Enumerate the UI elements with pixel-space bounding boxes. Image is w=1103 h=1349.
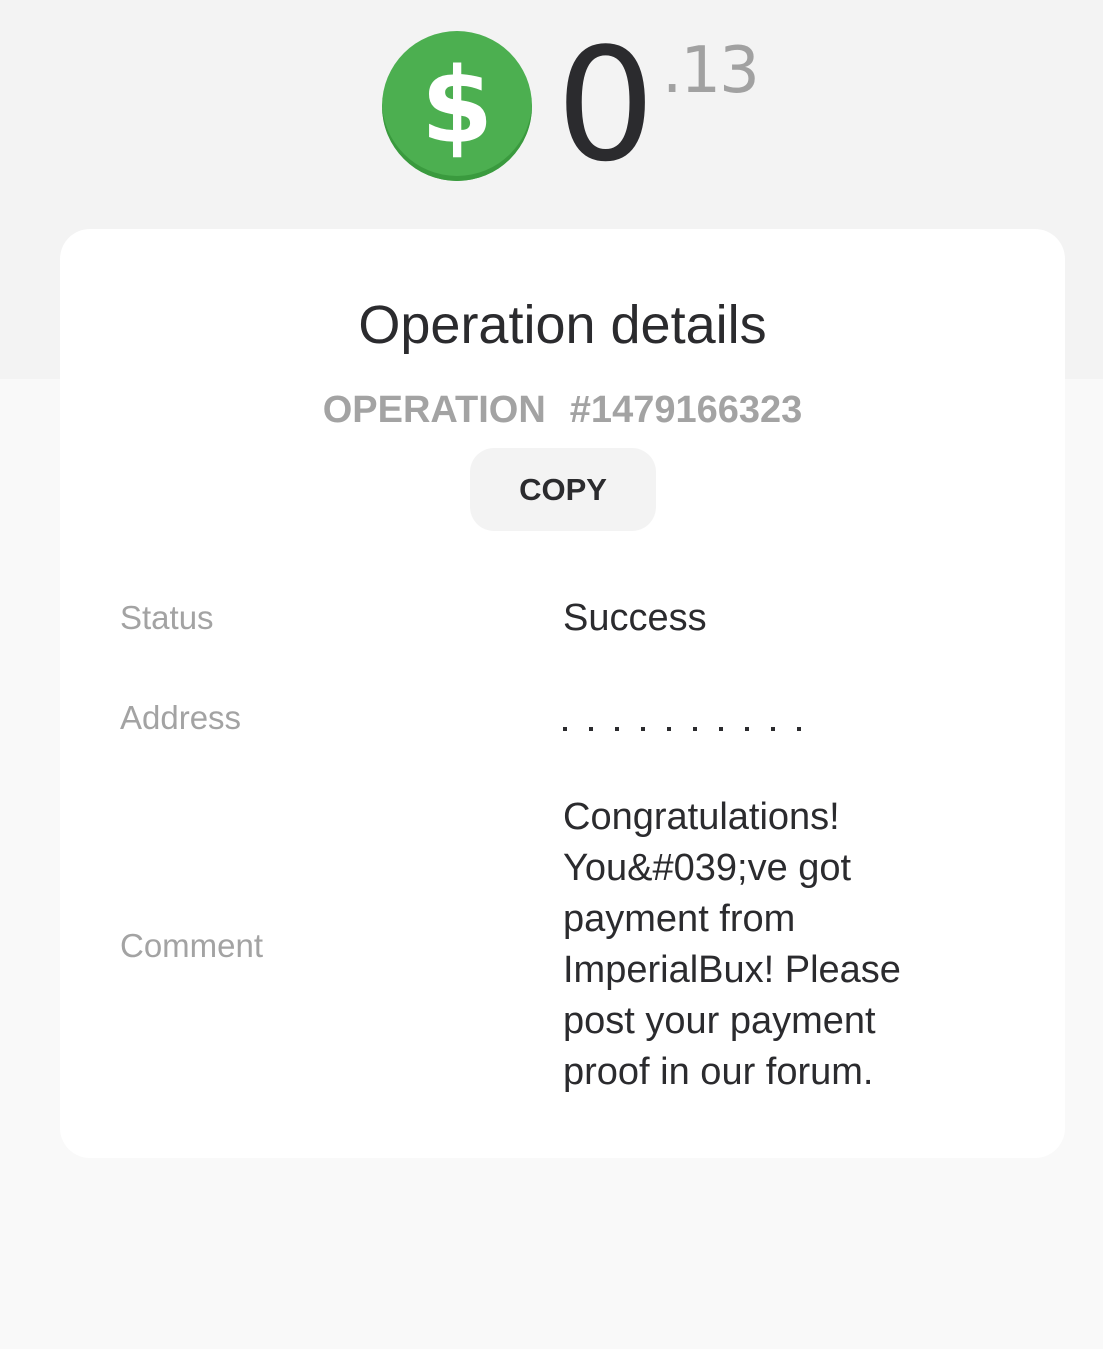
comment-line: proof in our forum. — [563, 1051, 874, 1093]
operation-details-card: Operation details OPERATION #1479166323 C… — [60, 229, 1065, 1158]
comment-line: ImperialBux! Please — [563, 949, 901, 991]
comment-line: payment from — [563, 898, 796, 940]
address-redaction — [563, 695, 813, 729]
comment-value: Congratulations! You&#039;ve got payment… — [563, 792, 963, 1098]
comment-line: post your payment — [563, 1000, 876, 1042]
status-label: Status — [120, 599, 214, 636]
comment-label: Comment — [120, 927, 264, 964]
address-redaction-fragments — [563, 727, 813, 731]
address-label: Address — [120, 699, 242, 736]
card-title: Operation details — [358, 295, 767, 355]
balance-amount-fraction: .13 — [662, 34, 760, 108]
address-value — [563, 695, 813, 735]
comment-line: You&#039;ve got — [563, 847, 852, 889]
operation-label: OPERATION — [322, 389, 546, 431]
operation-id-line: OPERATION #1479166323 — [60, 387, 1065, 433]
balance-display: $ 0 .13 — [382, 14, 782, 196]
copy-button[interactable]: COPY — [470, 448, 656, 531]
balance-amount-integer: 0 — [556, 14, 655, 196]
dollar-coin-icon: $ — [382, 31, 532, 181]
comment-line: Congratulations! — [563, 796, 840, 838]
dollar-sign: $ — [420, 45, 494, 167]
status-value: Success — [563, 597, 707, 639]
operation-number: #1479166323 — [569, 389, 803, 431]
